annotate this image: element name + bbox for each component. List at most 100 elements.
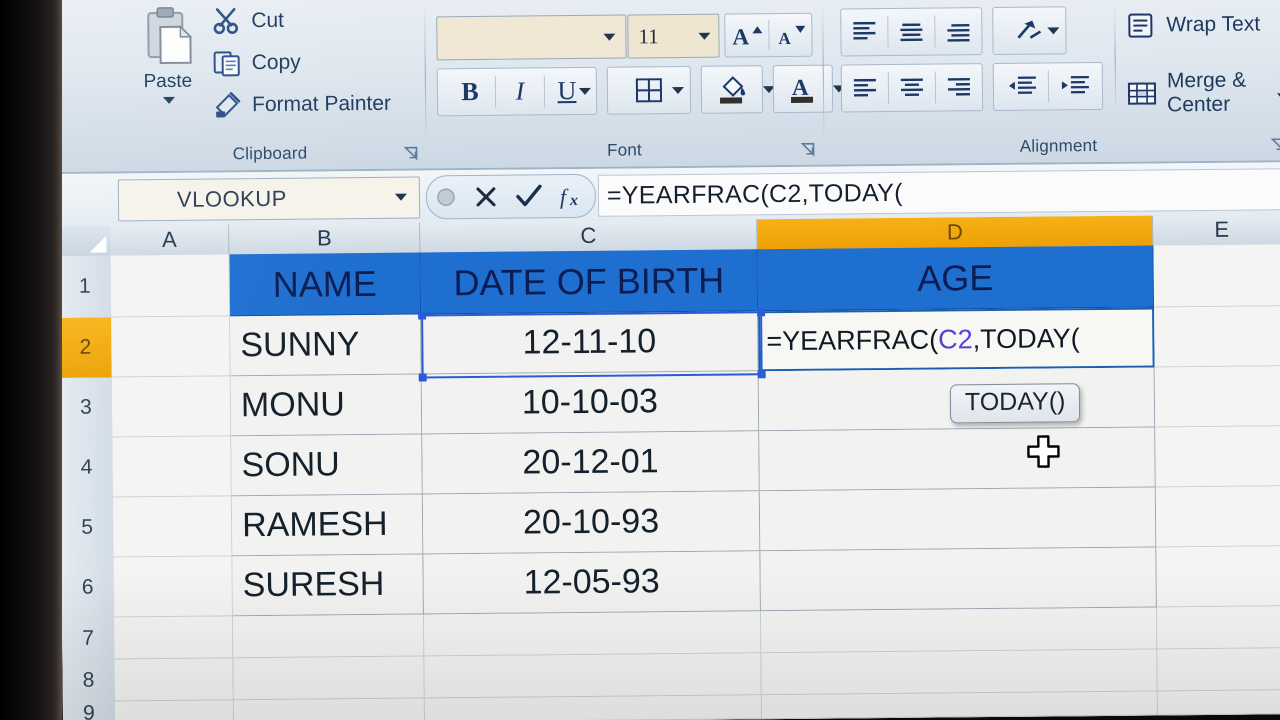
column-header-c[interactable]: C	[420, 219, 758, 254]
cell-d2-editing[interactable]: =YEARFRAC(C2 ,TODAY(	[758, 307, 1155, 372]
paste-caret-icon[interactable]	[162, 96, 176, 104]
cell-d8[interactable]	[761, 649, 1158, 696]
cell-b3[interactable]: MONU	[230, 374, 423, 437]
row-header-7[interactable]: 7	[61, 617, 116, 661]
align-center-button[interactable]	[889, 65, 935, 111]
name-box[interactable]: VLOOKUP	[117, 176, 421, 222]
align-middle-button[interactable]	[888, 9, 934, 55]
column-header-e[interactable]: E	[1153, 214, 1280, 247]
font-dialog-launcher-icon[interactable]	[800, 142, 815, 157]
alignment-dialog-launcher-icon[interactable]	[1270, 137, 1280, 153]
cell-b4[interactable]: SONU	[231, 434, 423, 497]
row-header-9[interactable]: 9	[62, 701, 117, 720]
clipboard-dialog-launcher-icon[interactable]	[403, 146, 418, 161]
row-header-2[interactable]: 2	[59, 317, 113, 379]
cell-b1[interactable]: NAME	[229, 252, 422, 317]
cut-button[interactable]: Cut	[212, 2, 284, 41]
cell-e7[interactable]	[1156, 606, 1280, 650]
row-header-1[interactable]: 1	[58, 255, 113, 319]
cell-a6[interactable]	[113, 556, 233, 618]
cell-a4[interactable]	[112, 436, 232, 498]
orientation-caret-icon[interactable]	[1047, 27, 1060, 35]
orientation-button[interactable]	[992, 6, 1067, 56]
decrease-indent-button[interactable]	[995, 63, 1047, 109]
shrink-font-button[interactable]: A	[769, 14, 812, 56]
cell-b2[interactable]: SUNNY	[230, 314, 422, 377]
cell-d9[interactable]	[761, 691, 1158, 720]
cell-e1[interactable]	[1153, 244, 1280, 308]
align-bottom-button[interactable]	[935, 8, 981, 54]
cell-d6[interactable]	[760, 547, 1157, 612]
cell-c2[interactable]: 12-11-10	[421, 311, 759, 375]
cell-e3[interactable]	[1154, 366, 1280, 428]
cell-a7[interactable]	[113, 616, 234, 660]
fx-icon[interactable]: f x	[559, 183, 587, 209]
copy-button[interactable]: Copy	[212, 44, 301, 83]
font-size-caret-icon[interactable]	[698, 32, 711, 40]
row-header-5[interactable]: 5	[60, 497, 115, 559]
cell-a2[interactable]	[111, 316, 231, 378]
formula-text-before-ref: =YEARFRAC(	[766, 324, 939, 356]
cell-c3[interactable]: 10-10-03	[421, 371, 760, 435]
cell-c6[interactable]: 12-05-93	[423, 551, 761, 615]
paste-button[interactable]: Paste	[126, 5, 209, 128]
underline-caret-icon[interactable]	[578, 87, 591, 95]
row-header-8[interactable]: 8	[62, 659, 116, 703]
italic-button[interactable]: I	[496, 68, 544, 114]
row-header-6[interactable]: 6	[61, 557, 115, 619]
row-header-3[interactable]: 3	[59, 377, 114, 439]
column-header-a[interactable]: A	[110, 224, 230, 257]
cell-b6[interactable]: SURESH	[232, 554, 424, 617]
cell-d5[interactable]	[759, 487, 1157, 552]
cancel-x-icon[interactable]	[473, 184, 499, 210]
align-top-button[interactable]	[841, 9, 887, 55]
cell-a8[interactable]	[114, 658, 234, 702]
formula-autocomplete-tooltip[interactable]: TODAY()	[949, 383, 1081, 424]
cell-a3[interactable]	[111, 376, 232, 438]
cell-c4[interactable]: 20-12-01	[422, 431, 760, 495]
cell-c8[interactable]	[424, 653, 762, 699]
enter-check-icon[interactable]	[515, 183, 543, 209]
font-name-caret-icon[interactable]	[603, 33, 616, 41]
increase-indent-button[interactable]	[1048, 63, 1100, 109]
cell-b7[interactable]	[232, 614, 425, 659]
cell-e6[interactable]	[1156, 546, 1280, 608]
cell-c9[interactable]	[424, 695, 762, 720]
cell-e4[interactable]	[1155, 426, 1280, 488]
cell-c5[interactable]: 20-10-93	[422, 491, 761, 555]
bold-button[interactable]: B	[445, 69, 495, 115]
indent-buttons	[992, 61, 1104, 112]
grow-font-button[interactable]: A	[725, 14, 768, 56]
cell-c7[interactable]	[423, 611, 762, 657]
cell-d4[interactable]	[759, 427, 1156, 492]
fill-color-button[interactable]	[700, 65, 775, 114]
cell-b5[interactable]: RAMESH	[231, 494, 424, 557]
align-right-button[interactable]	[936, 64, 982, 110]
merge-center-button[interactable]: Merge & Center	[1127, 68, 1280, 118]
font-name-input[interactable]	[436, 14, 627, 61]
cell-a1[interactable]	[110, 254, 231, 318]
wrap-text-button[interactable]: Wrap Text	[1126, 10, 1260, 39]
cell-d1[interactable]: AGE	[757, 245, 1155, 312]
cell-c1[interactable]: DATE OF BIRTH	[420, 249, 759, 315]
select-all-button[interactable]	[58, 225, 112, 257]
cell-d7[interactable]	[760, 607, 1158, 654]
formula-bar-buttons: f x	[425, 173, 597, 220]
cell-e5[interactable]	[1155, 486, 1280, 548]
cell-e8[interactable]	[1157, 648, 1280, 692]
cell-e2[interactable]	[1154, 306, 1280, 368]
cell-a9[interactable]	[114, 700, 235, 720]
column-header-b[interactable]: B	[229, 222, 421, 256]
format-painter-button[interactable]: Format Painter	[213, 85, 391, 125]
cell-a5[interactable]	[112, 496, 233, 558]
cell-b9[interactable]	[233, 698, 426, 720]
cell-e9[interactable]	[1157, 690, 1280, 716]
row-header-4[interactable]: 4	[60, 437, 114, 499]
formula-input[interactable]: =YEARFRAC(C2,TODAY(	[597, 168, 1280, 217]
cell-b8[interactable]	[233, 656, 425, 701]
borders-caret-icon[interactable]	[671, 86, 684, 95]
align-left-button[interactable]	[842, 65, 888, 111]
borders-button[interactable]	[606, 65, 692, 115]
name-box-caret-icon[interactable]	[394, 193, 407, 201]
font-size-input[interactable]: 11	[627, 13, 720, 59]
